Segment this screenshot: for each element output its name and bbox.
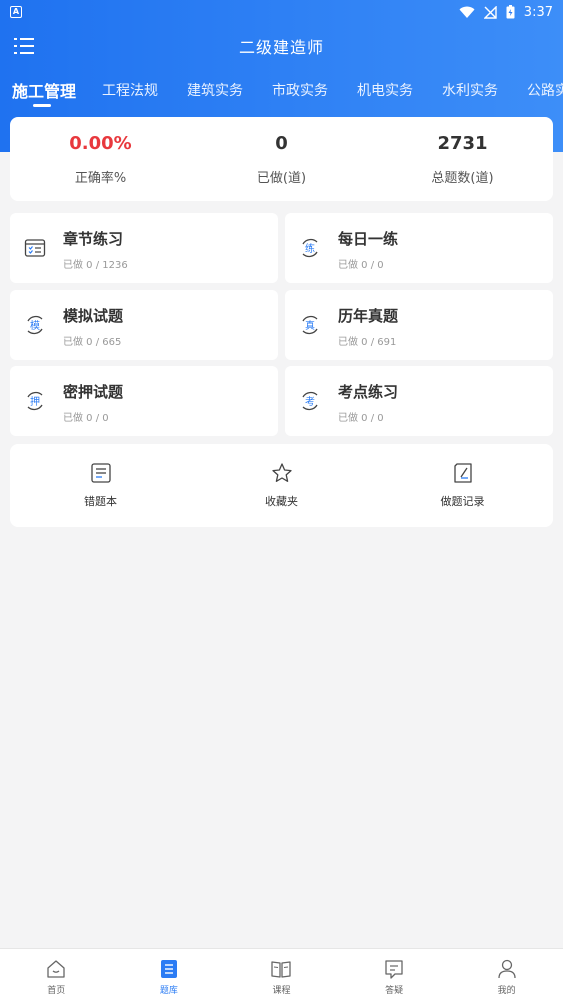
clock: 3:37 [523,4,553,20]
stat-done: 0 已做(道) [191,117,372,201]
tile-title: 密押试题 [63,383,124,401]
stat-value: 0 [275,133,288,154]
active-tab-indicator [33,104,51,107]
tool-label: 收藏夹 [265,495,298,508]
home-icon [47,960,65,978]
ya-char-icon: 押 [27,391,43,411]
tile-title: 考点练习 [338,383,399,401]
stat-value: 2731 [437,133,488,154]
notification-badge-icon: A [10,6,22,18]
tile-progress: 已做 0 / 665 [63,337,122,348]
tile-title: 历年真题 [338,307,399,325]
key-points-tile[interactable]: 考 考点练习 已做 0 / 0 [285,366,553,436]
tab-building-practice[interactable]: 建筑实务 [187,80,243,100]
menu-button[interactable] [14,37,34,55]
bottom-navigation: 首页 题库 课程 答疑 我的 [0,948,563,1002]
wifi-icon [459,6,475,18]
svg-text:练: 练 [305,242,315,255]
tile-progress: 已做 0 / 1236 [63,260,128,271]
kao-char-icon: 考 [302,391,318,411]
nav-label: 首页 [47,986,66,996]
svg-text:模: 模 [30,320,40,332]
notebook-icon [90,463,111,483]
list-check-icon [24,239,46,257]
tile-progress: 已做 0 / 0 [338,413,384,424]
tile-progress: 已做 0 / 691 [338,337,397,348]
lian-char-icon: 练 [302,238,318,258]
stat-accuracy: 0.00% 正确率% [10,117,191,201]
menu-list-icon [14,38,34,54]
tab-construction-management[interactable]: 施工管理 [12,78,76,102]
subject-tabs: 施工管理 工程法规 建筑实务 市政实务 机电实务 水利实务 公路实 [0,72,563,110]
stat-value: 0.00% [69,133,132,154]
tab-highway-practice[interactable]: 公路实 [527,80,563,100]
stat-total: 2731 总题数(道) [372,117,553,201]
mo-char-icon: 模 [27,315,43,335]
daily-practice-tile[interactable]: 练 每日一练 已做 0 / 0 [285,213,553,283]
user-icon [498,959,516,979]
nav-label: 答疑 [385,986,404,996]
past-exams-tile[interactable]: 真 历年真题 已做 0 / 691 [285,290,553,360]
battery-icon [506,5,515,19]
nav-label: 我的 [497,986,516,996]
status-bar: A 3:37 [0,0,563,24]
book-icon [271,961,292,978]
tool-label: 做题记录 [440,495,485,508]
nav-home[interactable]: 首页 [0,949,113,1002]
nav-courses[interactable]: 课程 [225,949,338,1002]
favorites-button[interactable]: 收藏夹 [191,444,372,527]
stats-card: 0.00% 正确率% 0 已做(道) 2731 总题数(道) [10,117,553,201]
nav-qa[interactable]: 答疑 [338,949,451,1002]
stat-label: 已做(道) [256,171,307,186]
tool-label: 错题本 [84,495,117,508]
tab-municipal-practice[interactable]: 市政实务 [272,80,328,100]
chapter-practice-tile[interactable]: 章节练习 已做 0 / 1236 [10,213,278,283]
nav-label: 题库 [159,986,178,996]
svg-text:押: 押 [30,395,40,408]
nav-label: 课程 [272,986,291,996]
nav-profile[interactable]: 我的 [450,949,563,1002]
tile-title: 每日一练 [338,230,399,248]
tab-mechanical-practice[interactable]: 机电实务 [357,80,413,100]
question-bank-icon [160,960,177,978]
tile-title: 模拟试题 [63,307,124,325]
tab-engineering-law[interactable]: 工程法规 [102,80,158,100]
svg-text:考: 考 [305,396,315,408]
svg-text:真: 真 [305,319,315,332]
tile-title: 章节练习 [63,230,124,248]
mock-exam-tile[interactable]: 模 模拟试题 已做 0 / 665 [10,290,278,360]
stat-label: 正确率% [74,171,127,186]
tile-progress: 已做 0 / 0 [63,413,109,424]
chat-icon [385,960,403,979]
practice-history-button[interactable]: 做题记录 [372,444,553,527]
tools-card: 错题本 收藏夹 做题记录 [10,444,553,527]
star-icon [271,463,292,482]
tab-water-practice[interactable]: 水利实务 [442,80,498,100]
tile-progress: 已做 0 / 0 [338,260,384,271]
page-title: 二级建造师 [238,38,324,57]
nav-question-bank[interactable]: 题库 [113,949,226,1002]
no-signal-icon [483,5,497,19]
top-bar: 二级建造师 [0,28,563,64]
zhen-char-icon: 真 [302,315,318,335]
wrong-questions-button[interactable]: 错题本 [10,444,191,527]
secret-exam-tile[interactable]: 押 密押试题 已做 0 / 0 [10,366,278,436]
stat-label: 总题数(道) [431,171,494,186]
record-icon [453,463,472,483]
